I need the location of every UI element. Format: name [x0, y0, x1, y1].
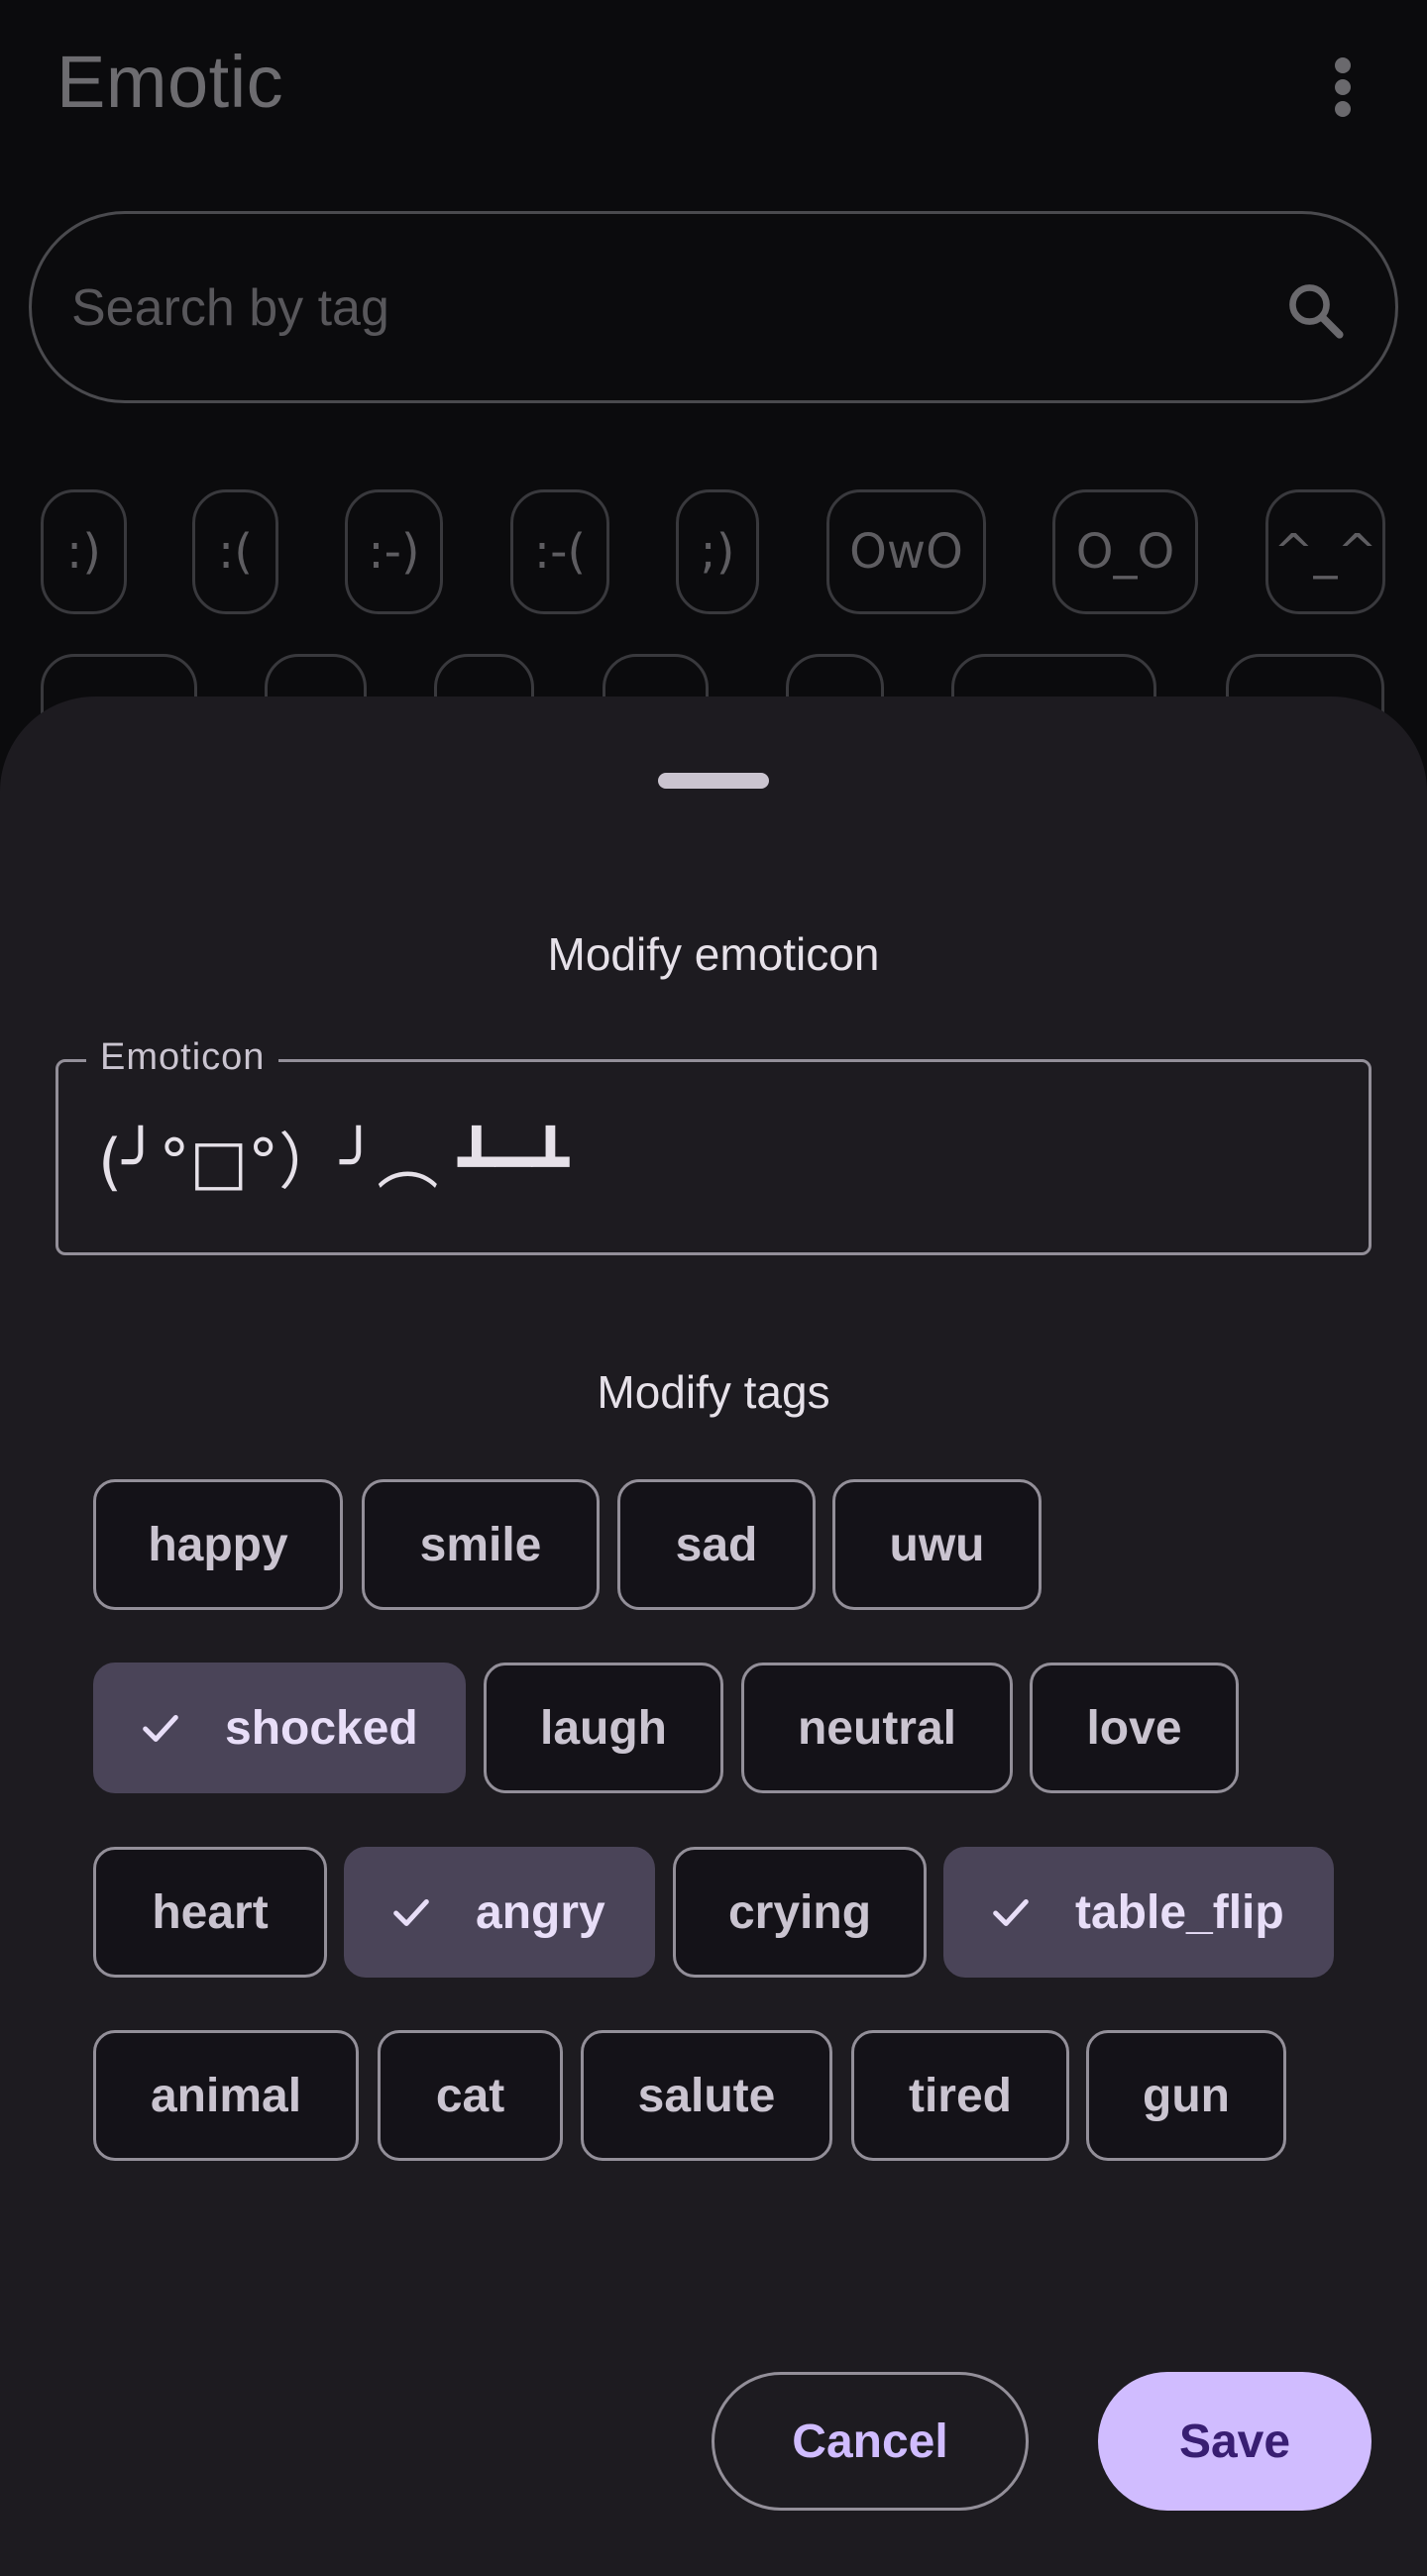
tag-chip-salute[interactable]: salute [581, 2030, 832, 2161]
emoticon-field-label: Emoticon [86, 1036, 279, 1079]
tag-chip-table-flip[interactable]: table_flip [943, 1847, 1334, 1978]
tag-label: sad [675, 1518, 758, 1571]
tag-label: shocked [225, 1701, 418, 1755]
tag-label: animal [150, 2069, 302, 2122]
tag-label: crying [727, 1885, 872, 1939]
tag-chip-uwu[interactable]: uwu [832, 1479, 1042, 1610]
cancel-button[interactable]: Cancel [712, 2372, 1029, 2511]
drag-handle[interactable] [658, 773, 769, 789]
tag-chip-shocked[interactable]: shocked [93, 1663, 466, 1793]
tag-chip-smile[interactable]: smile [362, 1479, 600, 1610]
check-icon [143, 1714, 178, 1742]
tag-chip-cat[interactable]: cat [378, 2030, 563, 2161]
tag-label: happy [148, 1518, 288, 1571]
tag-label: gun [1143, 2069, 1230, 2122]
tag-chip-heart[interactable]: heart [93, 1847, 327, 1978]
tag-label: laugh [540, 1701, 667, 1755]
sheet-title: Modify emoticon [547, 928, 880, 980]
tags-title: Modify tags [597, 1366, 830, 1418]
tag-label: love [1086, 1701, 1182, 1755]
save-button[interactable]: Save [1098, 2372, 1372, 2511]
tag-chip-crying[interactable]: crying [673, 1847, 927, 1978]
tag-chip-sad[interactable]: sad [617, 1479, 816, 1610]
tag-label: neutral [797, 1701, 957, 1755]
tag-chip-happy[interactable]: happy [93, 1479, 343, 1610]
check-icon [993, 1898, 1029, 1926]
tag-label: heart [152, 1885, 269, 1939]
tag-chip-animal[interactable]: animal [93, 2030, 359, 2161]
check-icon [393, 1898, 429, 1926]
tag-chip-neutral[interactable]: neutral [741, 1663, 1013, 1793]
tag-label: salute [637, 2069, 776, 2122]
tag-label: table_flip [1075, 1885, 1284, 1939]
tag-chip-gun[interactable]: gun [1086, 2030, 1286, 2161]
modify-bottom-sheet: Modify emoticon Emoticon (╯°□°）╯︵ ┻━┻ Mo… [0, 697, 1427, 2576]
tag-label: angry [476, 1885, 605, 1939]
tag-label: cat [435, 2069, 505, 2122]
emoticon-field[interactable]: Emoticon (╯°□°）╯︵ ┻━┻ [55, 1036, 1372, 1255]
tag-chip-tired[interactable]: tired [851, 2030, 1069, 2161]
emoticon-input[interactable]: (╯°□°）╯︵ ┻━┻ [98, 1112, 569, 1201]
tag-chip-love[interactable]: love [1030, 1663, 1239, 1793]
tag-chip-angry[interactable]: angry [344, 1847, 655, 1978]
tag-label: smile [419, 1518, 542, 1571]
tag-label: uwu [889, 1518, 985, 1571]
tag-label: tired [908, 2069, 1012, 2122]
tag-chip-laugh[interactable]: laugh [484, 1663, 723, 1793]
